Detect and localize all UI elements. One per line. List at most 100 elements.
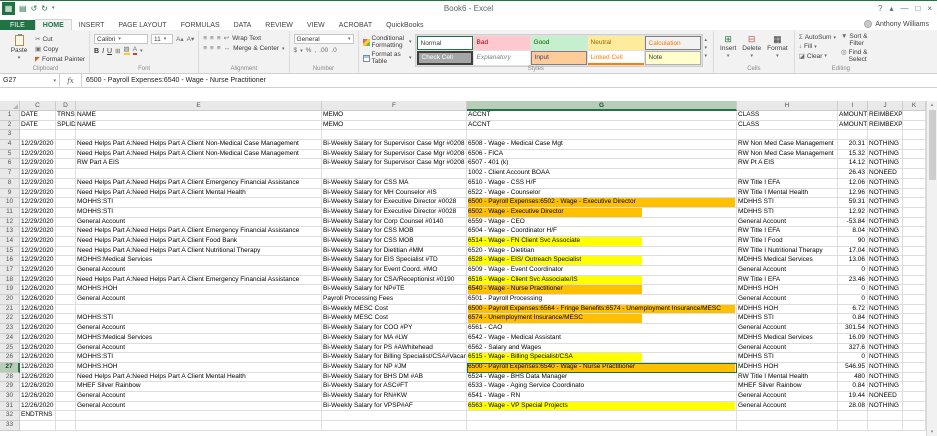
tab-acrobat[interactable]: ACROBAT xyxy=(332,20,379,30)
tab-quickbooks[interactable]: QuickBooks xyxy=(379,20,430,30)
align-right-icon[interactable]: ≡ xyxy=(217,45,221,52)
accounting-format-icon[interactable]: $ xyxy=(294,47,298,54)
cell-J19[interactable]: NOTHING xyxy=(868,285,903,296)
cell-F18[interactable]: Bi-Weekly Salary for CSA/Receptionist #0… xyxy=(322,275,467,286)
cell-I29[interactable]: 0.84 xyxy=(838,382,868,392)
percent-style-icon[interactable]: % xyxy=(306,47,312,54)
row-header-32[interactable]: 32 xyxy=(0,411,20,421)
row-header-16[interactable]: 16 xyxy=(0,256,20,266)
cell-G18[interactable]: 6516 - Wage - Client Svc Associate/IS xyxy=(467,275,737,286)
font-color-icon[interactable]: A xyxy=(132,46,138,55)
cell-E12[interactable]: General Account xyxy=(76,217,322,228)
cell-G20[interactable]: 6501 - Payroll Processing xyxy=(467,295,737,305)
cell-C8[interactable]: 12/29/2020 xyxy=(20,178,56,189)
row-header-21[interactable]: 21 xyxy=(0,304,20,315)
cell-G25[interactable]: 6562 - Salary and Wages xyxy=(467,343,737,354)
cell-H4[interactable]: RW Non Med Case Management xyxy=(737,140,838,150)
column-header-K[interactable]: K xyxy=(903,101,926,111)
cell-F20[interactable]: Payroll Processing Fees xyxy=(322,295,467,305)
scroll-down-icon[interactable]: ▾ xyxy=(931,429,934,435)
cell-H7[interactable] xyxy=(737,169,838,179)
cell-I9[interactable]: 12.96 xyxy=(838,188,868,199)
cell-E11[interactable]: MOHHS:STI xyxy=(76,207,322,218)
cell-G33[interactable] xyxy=(467,421,737,431)
cell-E13[interactable]: Need Helps Part A:Need Helps Part A Clie… xyxy=(76,227,322,237)
cell-K6[interactable] xyxy=(903,159,926,170)
cell-I28[interactable]: 480 xyxy=(838,372,868,383)
cell-E6[interactable]: RW Part A EIS xyxy=(76,159,322,170)
cell-H18[interactable]: RW Title I EFA xyxy=(737,275,838,286)
cell-D20[interactable] xyxy=(56,295,76,305)
cell-K30[interactable] xyxy=(903,391,926,402)
cell-F1[interactable]: MEMO xyxy=(322,111,467,121)
cell-I21[interactable]: 6.72 xyxy=(838,304,868,315)
qat-customize-icon[interactable]: ▾ xyxy=(52,2,55,15)
cell-D12[interactable] xyxy=(56,217,76,228)
cell-H28[interactable]: RW Title I Mental Health xyxy=(737,372,838,383)
cell-D22[interactable] xyxy=(56,314,76,325)
cell-H9[interactable]: RW Title I Mental Health xyxy=(737,188,838,199)
cell-J13[interactable]: NOTHING xyxy=(868,227,903,237)
cell-C25[interactable]: 12/26/2020 xyxy=(20,343,56,354)
cell-I3[interactable] xyxy=(838,130,868,141)
row-header-2[interactable]: 2 xyxy=(0,120,20,131)
cell-K29[interactable] xyxy=(903,382,926,392)
cell-K1[interactable] xyxy=(903,111,926,121)
increase-decimal-icon[interactable]: .00 xyxy=(319,47,328,54)
cell-D11[interactable] xyxy=(56,207,76,218)
style-good[interactable]: Good xyxy=(530,36,587,50)
cell-D23[interactable] xyxy=(56,324,76,334)
cell-H30[interactable]: General Account xyxy=(737,391,838,402)
cell-E23[interactable]: General Account xyxy=(76,324,322,334)
column-header-C[interactable]: C xyxy=(20,101,56,111)
cell-J14[interactable]: NOTHING xyxy=(868,236,903,247)
style-neutral[interactable]: Neutral xyxy=(587,36,644,50)
grow-font-icon[interactable]: A▴ xyxy=(176,35,184,43)
cell-K3[interactable] xyxy=(903,130,926,141)
cell-H31[interactable]: General Account xyxy=(737,401,838,412)
cell-K19[interactable] xyxy=(903,285,926,296)
cell-G1[interactable]: ACCNT xyxy=(467,111,737,121)
style-normal[interactable]: Normal xyxy=(416,36,473,50)
tab-insert[interactable]: INSERT xyxy=(72,20,112,30)
wrap-text-button[interactable]: Wrap Text xyxy=(232,35,261,42)
row-header-19[interactable]: 19 xyxy=(0,285,20,296)
cell-E3[interactable] xyxy=(76,130,322,141)
row-header-17[interactable]: 17 xyxy=(0,266,20,276)
format-button[interactable]: ▦ Format ▾ xyxy=(767,35,788,64)
cell-G29[interactable]: 6533 - Wage - Aging Service Coordinato xyxy=(467,382,737,392)
cell-K14[interactable] xyxy=(903,236,926,247)
cell-K17[interactable] xyxy=(903,266,926,276)
cell-C32[interactable]: ENDTRNS xyxy=(20,411,56,421)
cell-D21[interactable] xyxy=(56,304,76,315)
cell-J7[interactable]: NONEED xyxy=(868,169,903,179)
fx-icon[interactable]: fx xyxy=(60,74,82,87)
tab-view[interactable]: VIEW xyxy=(300,20,332,30)
find-select-button[interactable]: ◎ Find & Select xyxy=(841,49,883,63)
undo-icon[interactable]: ↺ xyxy=(31,2,38,15)
cell-I19[interactable]: 0 xyxy=(838,285,868,296)
cell-D9[interactable] xyxy=(56,188,76,199)
cell-K4[interactable] xyxy=(903,140,926,150)
cell-H13[interactable]: RW Title I EFA xyxy=(737,227,838,237)
cell-J8[interactable]: NOTHING xyxy=(868,178,903,189)
cell-C1[interactable]: DATE xyxy=(20,111,56,121)
cell-F31[interactable]: Bi-Weekly Salary for VPSP#AF xyxy=(322,401,467,412)
cell-F29[interactable]: Bi-Weekly Salary for ASC#FT xyxy=(322,382,467,392)
cell-J9[interactable]: NOTHING xyxy=(868,188,903,199)
cell-D5[interactable] xyxy=(56,149,76,160)
cell-D13[interactable] xyxy=(56,227,76,237)
row-header-3[interactable]: 3 xyxy=(0,130,20,141)
cell-C26[interactable]: 12/26/2020 xyxy=(20,353,56,363)
style-note[interactable]: Note xyxy=(644,51,701,65)
comma-style-icon[interactable]: , xyxy=(314,47,316,54)
cell-G32[interactable] xyxy=(467,411,737,421)
style-input[interactable]: Input xyxy=(530,51,587,65)
cell-F9[interactable]: Bi-Weekly Salary for MH Counselor #IS xyxy=(322,188,467,199)
cell-I33[interactable] xyxy=(838,421,868,431)
cell-G12[interactable]: 6559 - Wage - CEO xyxy=(467,217,737,228)
cell-G19[interactable]: 6540 - Wage - Nurse Practitioner xyxy=(467,285,737,296)
cell-J6[interactable]: NOTHING xyxy=(868,159,903,170)
cell-K13[interactable] xyxy=(903,227,926,237)
cell-G14[interactable]: 6514 - Wage - FN Client Svc Associate xyxy=(467,236,737,247)
